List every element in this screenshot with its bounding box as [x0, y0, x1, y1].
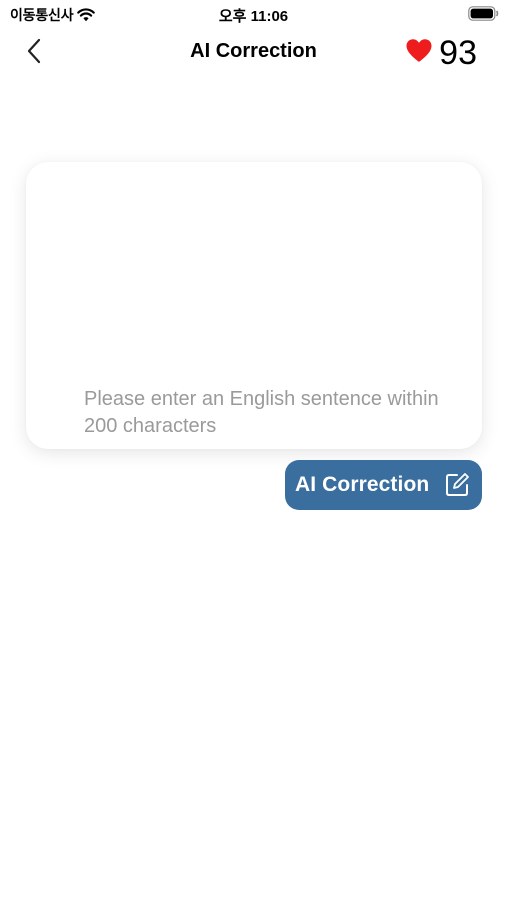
ai-correction-screen: 이동통신사 오후 11:06 AI Correction 93 Please e… [0, 0, 507, 900]
ai-correction-button-label: AI Correction [295, 473, 430, 496]
status-time: 오후 11:06 [218, 8, 289, 25]
ai-correction-button[interactable]: AI Correction [285, 460, 482, 510]
sentence-input-card [26, 162, 482, 449]
status-bar: 이동통신사 오후 11:06 [0, 0, 507, 28]
heart-count: 93 [439, 34, 477, 72]
sentence-input[interactable] [84, 386, 458, 442]
navigation-bar: AI Correction 93 [0, 28, 507, 78]
heart-icon [405, 38, 433, 68]
edit-icon [444, 472, 470, 498]
battery-icon [468, 6, 499, 21]
heart-counter: 93 [405, 34, 477, 72]
